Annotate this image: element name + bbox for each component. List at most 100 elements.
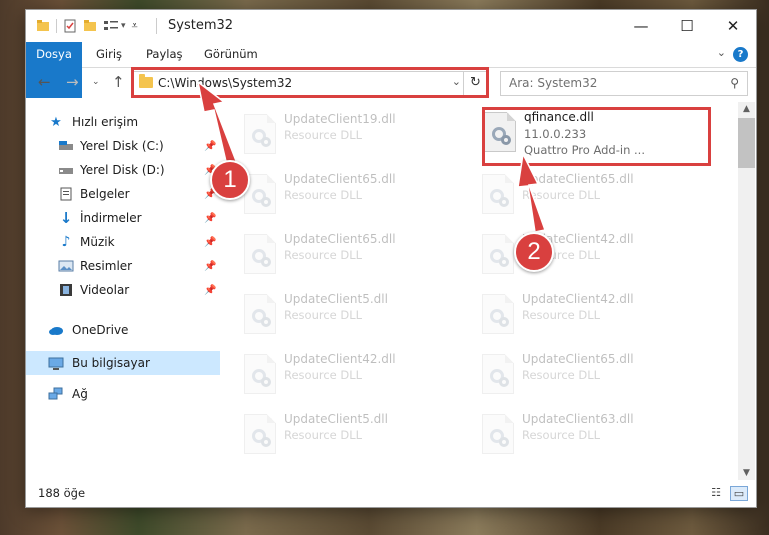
nav-label: Hızlı erişim (72, 115, 139, 129)
scroll-up-icon[interactable]: ▲ (738, 102, 755, 116)
nav-label: Bu bilgisayar (72, 356, 150, 370)
dll-file-icon (482, 234, 514, 274)
customize-toolbar-icon[interactable]: ⩡ (132, 19, 138, 33)
pin-icon[interactable]: 📌 (204, 213, 216, 224)
nav-item-documents[interactable]: Belgeler 📌 (26, 182, 220, 206)
minimize-button[interactable]: — (618, 10, 664, 42)
view-options-icon[interactable] (103, 19, 119, 33)
details-view-icon[interactable]: ☷ (708, 486, 724, 499)
dll-file-icon (244, 114, 276, 154)
list-item[interactable]: UpdateClient5.dll Resource DLL (236, 288, 456, 344)
window-title: System32 (168, 18, 234, 33)
drive-icon (58, 139, 74, 153)
title-bar: ▾ ⩡ System32 — ☐ ✕ (26, 10, 756, 42)
scrollbar-thumb[interactable] (738, 118, 755, 168)
nav-onedrive[interactable]: OneDrive (26, 318, 220, 342)
highlight-address-bar (131, 67, 489, 98)
nav-label: Müzik (80, 235, 115, 249)
nav-item-drive-c[interactable]: Yerel Disk (C:) 📌 (26, 134, 220, 158)
pin-icon[interactable]: 📌 (204, 141, 216, 152)
recent-locations-icon[interactable]: ⌄ (92, 77, 100, 87)
list-item[interactable]: UpdateClient63.dll Resource DLL (474, 408, 694, 464)
cloud-icon (48, 323, 64, 337)
search-box[interactable]: Ara: System32 ⚲ (500, 71, 748, 96)
computer-icon (48, 356, 64, 370)
large-icons-view-icon[interactable]: ▭ (730, 486, 748, 501)
nav-item-drive-d[interactable]: Yerel Disk (D:) 📌 (26, 158, 220, 182)
nav-item-videos[interactable]: Videolar 📌 (26, 278, 220, 302)
dll-file-icon (482, 174, 514, 214)
file-type: Resource DLL (284, 368, 363, 382)
file-name: UpdateClient5.dll (284, 292, 388, 306)
dll-file-icon (482, 294, 514, 334)
list-item[interactable]: UpdateClient65.dll Resource DLL (474, 168, 694, 224)
file-name: UpdateClient42.dll (284, 352, 396, 366)
nav-item-music[interactable]: ♪ Müzik 📌 (26, 230, 220, 254)
nav-network[interactable]: Ağ (26, 382, 220, 406)
up-arrow-icon[interactable]: ↑ (112, 73, 125, 91)
music-icon: ♪ (61, 234, 71, 250)
dll-file-icon (482, 414, 514, 454)
file-type: Resource DLL (284, 248, 363, 262)
nav-quick-access[interactable]: ★ Hızlı erişim (26, 110, 220, 134)
chevron-down-icon[interactable]: ▾ (121, 21, 126, 31)
list-item[interactable]: UpdateClient19.dll Resource DLL (236, 108, 456, 164)
back-arrow-icon[interactable]: ← (38, 73, 51, 91)
nav-label: Resimler (80, 259, 133, 273)
file-name: UpdateClient65.dll (284, 232, 396, 246)
file-type: Resource DLL (522, 188, 601, 202)
dll-file-icon (482, 354, 514, 394)
dll-file-icon (244, 234, 276, 274)
new-folder-icon[interactable] (83, 19, 97, 33)
scroll-down-icon[interactable]: ▼ (738, 466, 755, 480)
search-input[interactable]: Ara: System32 (509, 76, 597, 90)
search-icon[interactable]: ⚲ (730, 76, 739, 90)
file-type: Resource DLL (284, 308, 363, 322)
nav-item-downloads[interactable]: ↓ İndirmeler 📌 (26, 206, 220, 230)
nav-this-pc[interactable]: Bu bilgisayar (26, 351, 220, 375)
documents-icon (58, 187, 74, 201)
pin-icon[interactable]: 📌 (204, 237, 216, 248)
file-name: UpdateClient5.dll (284, 412, 388, 426)
file-name: UpdateClient19.dll (284, 112, 396, 126)
close-button[interactable]: ✕ (710, 10, 756, 42)
expand-ribbon-icon[interactable]: ⌄ (717, 46, 726, 59)
file-type: Resource DLL (522, 428, 601, 442)
tab-view[interactable]: Görünüm (204, 42, 258, 67)
list-item[interactable]: UpdateClient42.dll Resource DLL (474, 228, 694, 284)
help-icon[interactable]: ? (733, 47, 748, 62)
separator (56, 19, 57, 33)
list-item[interactable]: UpdateClient65.dll Resource DLL (474, 348, 694, 404)
file-name: UpdateClient42.dll (522, 292, 634, 306)
tab-home[interactable]: Giriş (96, 42, 122, 67)
file-type: Resource DLL (284, 188, 363, 202)
nav-item-pictures[interactable]: Resimler 📌 (26, 254, 220, 278)
network-icon (48, 387, 64, 401)
list-item[interactable]: UpdateClient65.dll Resource DLL (236, 168, 456, 224)
nav-label: Videolar (80, 283, 130, 297)
list-item[interactable]: UpdateClient42.dll Resource DLL (474, 288, 694, 344)
list-item[interactable]: UpdateClient5.dll Resource DLL (236, 408, 456, 464)
nav-label: Yerel Disk (D:) (80, 163, 165, 177)
pin-icon[interactable]: 📌 (204, 261, 216, 272)
highlight-qfinance-file (482, 107, 711, 166)
properties-icon[interactable] (63, 19, 77, 33)
list-item[interactable]: UpdateClient65.dll Resource DLL (236, 228, 456, 284)
maximize-button[interactable]: ☐ (664, 10, 710, 42)
pictures-icon (58, 259, 74, 273)
ribbon-tabs: Dosya Giriş Paylaş Görünüm ⌄ ? (26, 42, 756, 98)
list-item[interactable]: UpdateClient42.dll Resource DLL (236, 348, 456, 404)
file-type: Resource DLL (522, 308, 601, 322)
forward-arrow-icon[interactable]: → (66, 73, 79, 91)
dll-file-icon (244, 294, 276, 334)
navigation-pane: ★ Hızlı erişim Yerel Disk (C:) 📌 Yerel D… (26, 106, 220, 476)
pin-icon[interactable]: 📌 (204, 285, 216, 296)
dll-file-icon (244, 414, 276, 454)
item-count: 188 öğe (38, 486, 86, 500)
quick-access-toolbar: ▾ ⩡ (36, 17, 138, 35)
step-badge-1: 1 (210, 160, 250, 200)
nav-label: İndirmeler (80, 211, 142, 225)
file-name: UpdateClient63.dll (522, 412, 634, 426)
folder-icon[interactable] (36, 19, 50, 33)
tab-share[interactable]: Paylaş (146, 42, 183, 67)
